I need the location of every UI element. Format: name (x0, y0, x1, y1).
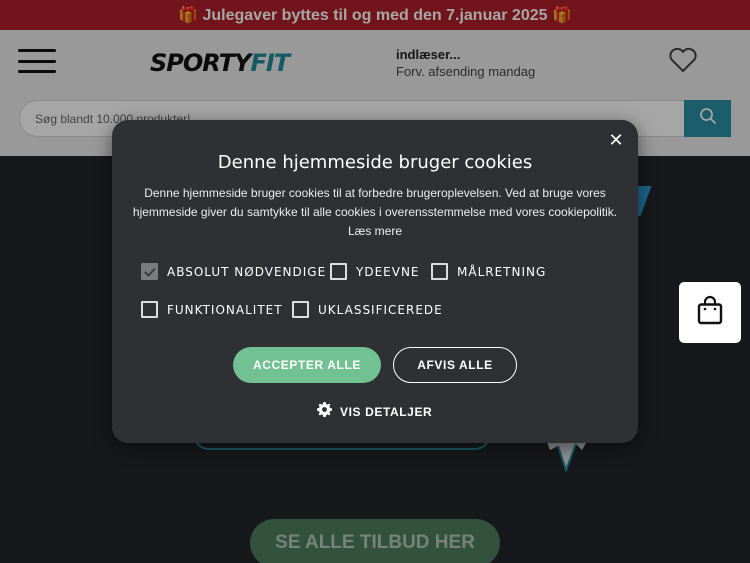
checkbox-absolut-nodvendige[interactable]: ABSOLUT NØDVENDIGE (141, 263, 326, 280)
cookie-body-text: Denne hjemmeside bruger cookies til at f… (132, 186, 618, 219)
checkbox-label: YDEEVNE (356, 264, 420, 279)
accept-all-button[interactable]: ACCEPTER ALLE (233, 347, 381, 383)
checkbox-funktionalitet[interactable]: FUNKTIONALITET (141, 301, 283, 318)
checkbox-label: FUNKTIONALITET (167, 302, 283, 317)
checkbox-box (141, 301, 158, 318)
reject-all-button[interactable]: AFVIS ALLE (393, 347, 517, 383)
shopping-bag-icon (697, 295, 723, 330)
checkbox-box (141, 263, 158, 280)
checkbox-box (431, 263, 448, 280)
checkmark-icon (143, 267, 156, 277)
cookie-description: Denne hjemmeside bruger cookies til at f… (132, 184, 618, 241)
checkbox-ydeevne[interactable]: YDEEVNE (330, 263, 420, 280)
gear-icon (317, 402, 332, 422)
checkbox-box (330, 263, 347, 280)
checkbox-label: MÅLRETNING (457, 264, 547, 279)
show-details-label: VIS DETALJER (340, 405, 433, 419)
read-more-link[interactable]: Læs mere (348, 224, 402, 238)
checkbox-label: UKLASSIFICEREDE (318, 302, 443, 317)
checkbox-uklassificerede[interactable]: UKLASSIFICEREDE (292, 301, 443, 318)
checkbox-box (292, 301, 309, 318)
close-icon[interactable]: ✕ (608, 131, 624, 149)
cart-button[interactable] (679, 282, 741, 343)
cookie-title: Denne hjemmeside bruger cookies (217, 152, 533, 173)
show-details-button[interactable]: VIS DETALJER (317, 402, 432, 422)
checkbox-label: ABSOLUT NØDVENDIGE (167, 264, 327, 279)
cookie-consent-dialog: ✕ Denne hjemmeside bruger cookies Denne … (112, 120, 638, 443)
checkbox-maalretning[interactable]: MÅLRETNING (431, 263, 546, 280)
